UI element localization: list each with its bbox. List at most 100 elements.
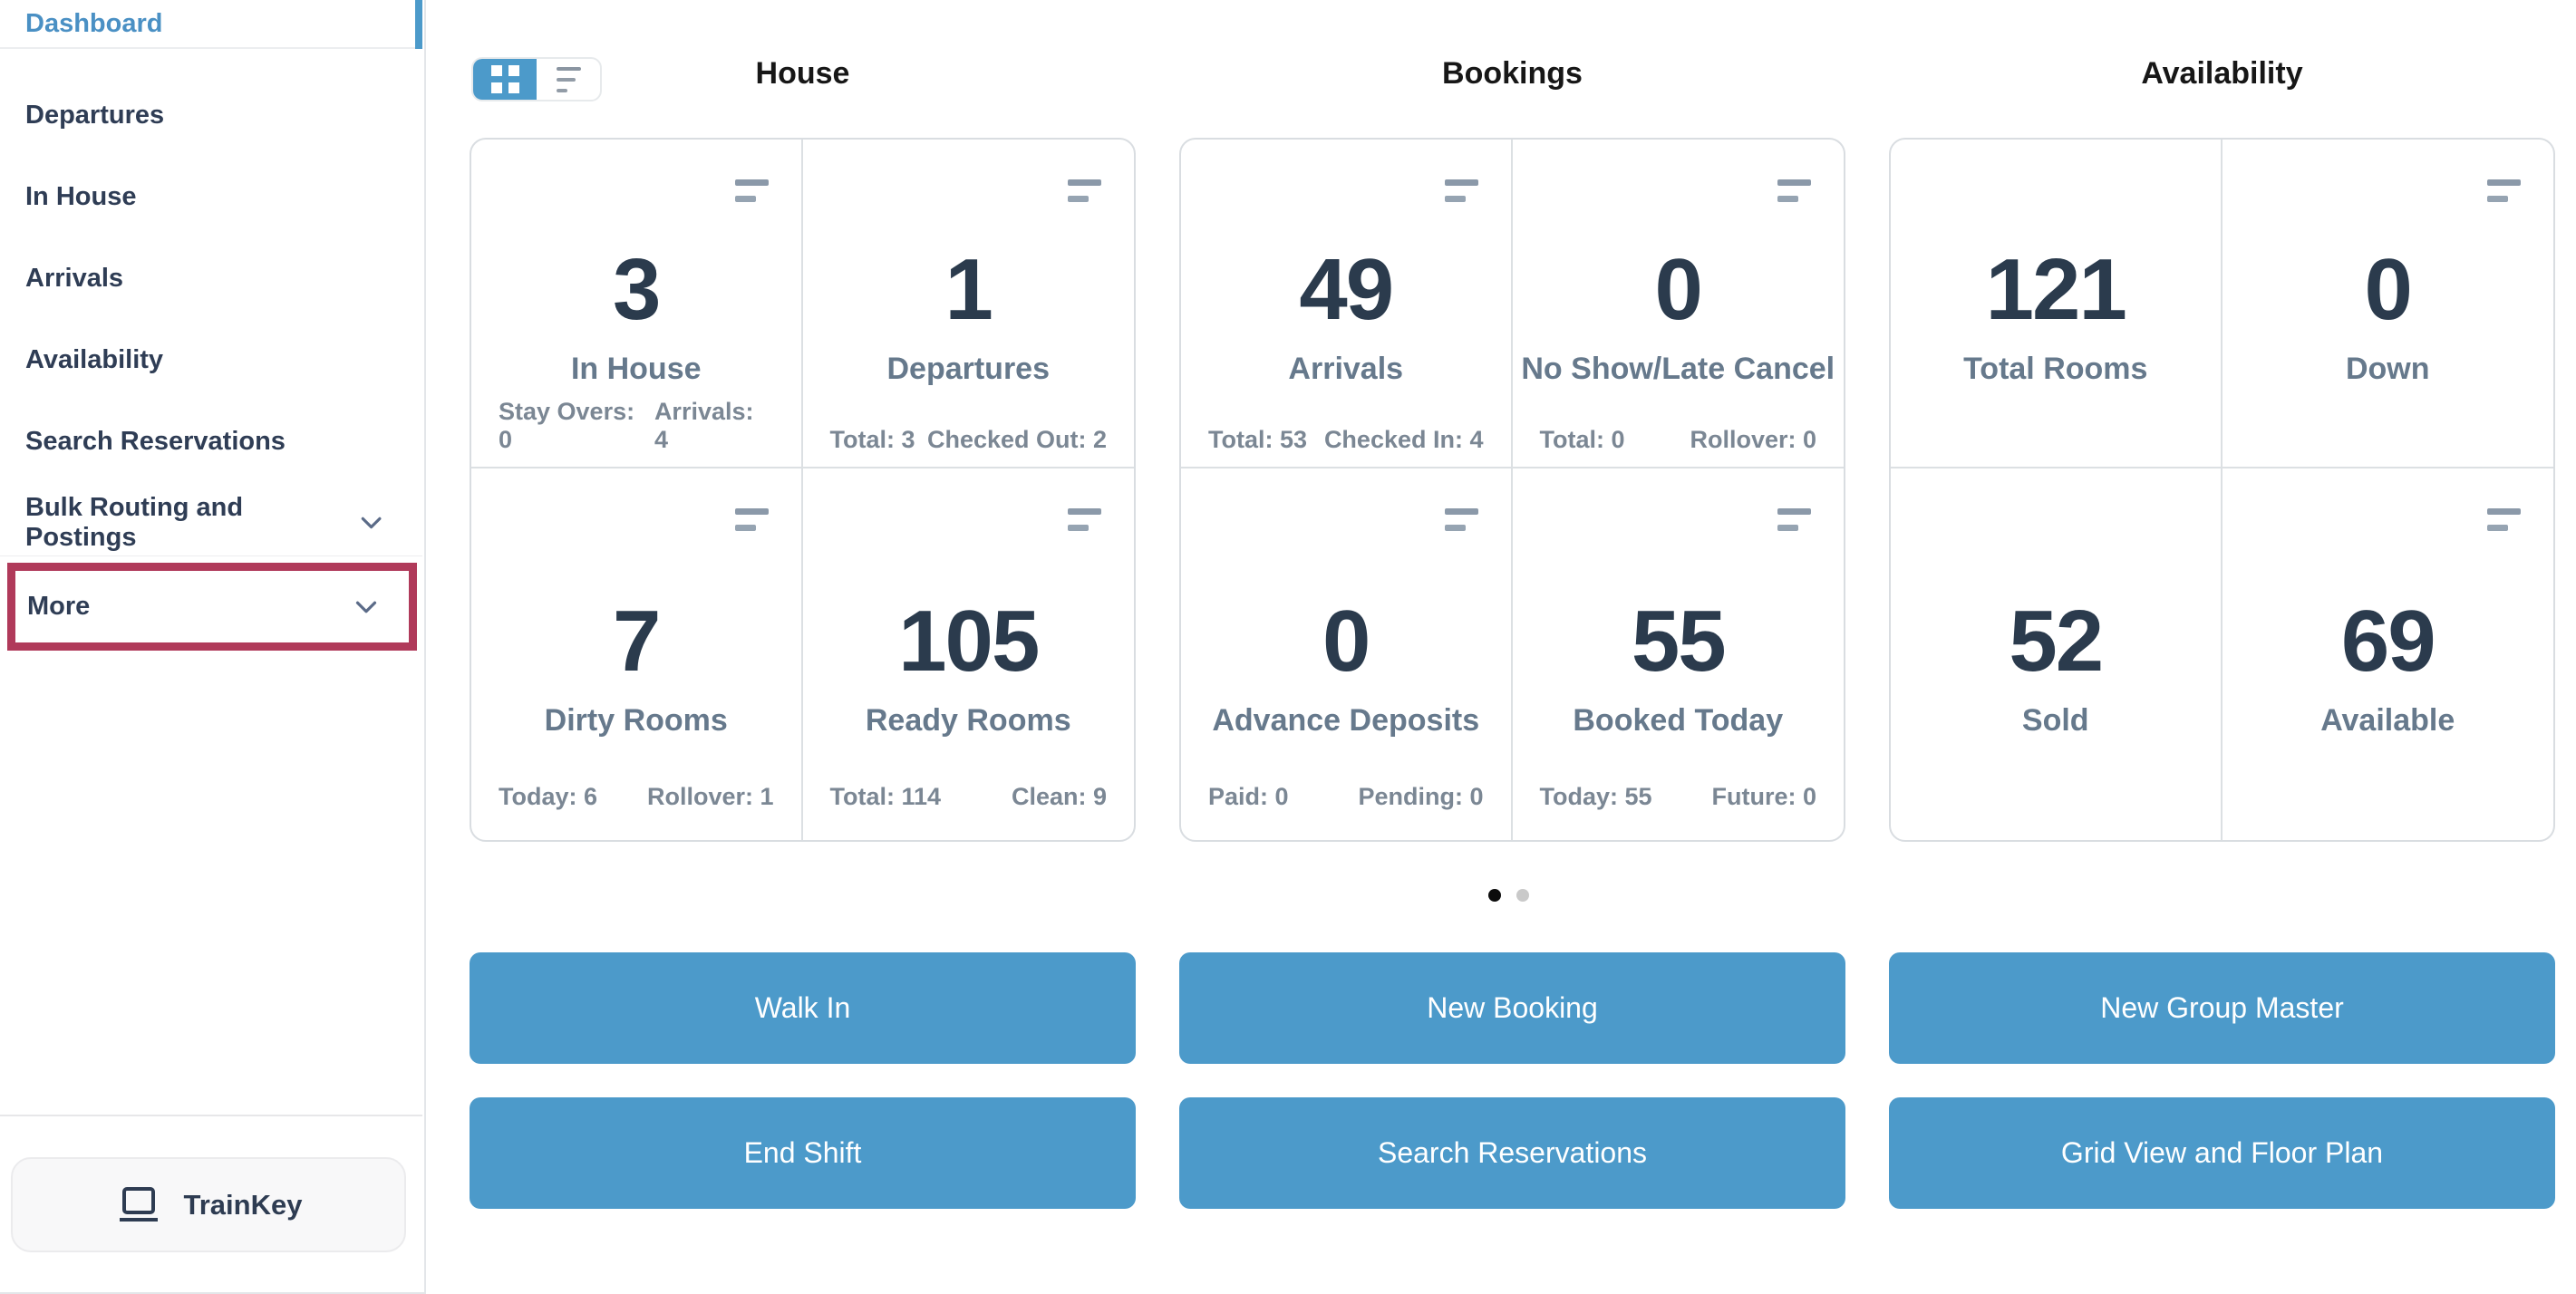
- stat-label: Down: [2346, 352, 2430, 387]
- stat-label: Booked Today: [1573, 703, 1783, 739]
- sidebar-item-label: Availability: [25, 345, 163, 375]
- stat-value: 105: [898, 598, 1038, 685]
- walk-in-button[interactable]: Walk In: [470, 952, 1136, 1064]
- carousel-dot-2[interactable]: [1516, 889, 1529, 902]
- substat-right: Checked In: 4: [1324, 426, 1484, 454]
- stat-card-advance-deposits[interactable]: 0 Advance Deposits Paid: 0 Pending: 0: [1181, 468, 1513, 840]
- chevron-down-icon: [354, 506, 388, 540]
- collapse-icon[interactable]: [735, 179, 769, 202]
- substat-left: Stay Overs: 0: [499, 398, 654, 454]
- section-bookings: Bookings 49 Arrivals Total: 53 Checked I…: [1179, 0, 1845, 1294]
- substat-left: Total: 0: [1540, 426, 1625, 454]
- stat-card-sold[interactable]: 52 Sold: [1891, 468, 2223, 840]
- stat-card-booked-today[interactable]: 55 Booked Today Today: 55 Future: 0: [1513, 468, 1845, 840]
- new-booking-button[interactable]: New Booking: [1179, 952, 1845, 1064]
- stat-card-available[interactable]: 69 Available: [2223, 468, 2554, 840]
- stat-value: 3: [613, 246, 659, 333]
- sidebar-item-bulk-routing-and-postings[interactable]: Bulk Routing and Postings: [0, 482, 422, 564]
- sidebar-item-availability[interactable]: Availability: [0, 319, 422, 401]
- stat-card-dirty-rooms[interactable]: 7 Dirty Rooms Today: 6 Rollover: 1: [471, 468, 803, 840]
- stat-card-arrivals[interactable]: 49 Arrivals Total: 53 Checked In: 4: [1181, 140, 1513, 468]
- sidebar-item-label: More: [27, 592, 90, 622]
- stat-card-total-rooms[interactable]: 121 Total Rooms: [1891, 140, 2223, 468]
- section-title: House: [470, 56, 1136, 92]
- collapse-icon[interactable]: [1068, 179, 1101, 202]
- stat-value: 52: [2009, 598, 2102, 685]
- stat-label: Arrivals: [1288, 352, 1403, 387]
- collapse-icon[interactable]: [1445, 508, 1478, 531]
- sidebar-item-arrivals[interactable]: Arrivals: [0, 237, 422, 319]
- section-title: Availability: [1889, 56, 2555, 92]
- sidebar-item-label: Arrivals: [25, 264, 123, 294]
- more-highlight-box: More: [7, 563, 417, 651]
- substat-left: Today: 6: [499, 783, 597, 811]
- carousel-dot-1[interactable]: [1488, 889, 1501, 902]
- stat-card-departures[interactable]: 1 Departures Total: 3 Checked Out: 2: [803, 140, 1135, 468]
- grid-view-floor-plan-button[interactable]: Grid View and Floor Plan: [1889, 1097, 2555, 1209]
- sidebar-item-label: Search Reservations: [25, 427, 286, 457]
- stat-value: 0: [1322, 598, 1369, 685]
- trainkey-label: TrainKey: [184, 1189, 303, 1222]
- substat-left: Total: 53: [1208, 426, 1307, 454]
- substat-left: Total: 3: [830, 426, 915, 454]
- stat-card-no-show-late-cancel[interactable]: 0 No Show/Late Cancel Total: 0 Rollover:…: [1513, 140, 1845, 468]
- laptop-icon: [115, 1185, 162, 1225]
- sidebar-item-search-reservations[interactable]: Search Reservations: [0, 401, 422, 482]
- stat-label: Available: [2320, 703, 2455, 739]
- substat-left: Paid: 0: [1208, 783, 1289, 811]
- collapse-icon[interactable]: [1068, 508, 1101, 531]
- sidebar-item-more[interactable]: More: [15, 571, 409, 642]
- sidebar-item-label: Bulk Routing and Postings: [25, 493, 354, 553]
- substat-right: Future: 0: [1711, 783, 1816, 811]
- collapse-icon[interactable]: [735, 508, 769, 531]
- sidebar-divider: [0, 555, 422, 556]
- stat-value: 121: [1986, 246, 2126, 333]
- substat-right: Arrivals: 4: [654, 398, 774, 454]
- sidebar-item-dashboard[interactable]: Dashboard: [0, 0, 422, 49]
- substat-left: Total: 114: [830, 783, 942, 811]
- stat-substats: Total: 53 Checked In: 4: [1208, 426, 1484, 454]
- sidebar-item-label: Dashboard: [25, 9, 162, 39]
- substat-right: Checked Out: 2: [927, 426, 1107, 454]
- carousel-dots: [1488, 889, 1529, 902]
- stat-value: 1: [945, 246, 992, 333]
- sidebar: Dashboard Departures In House Arrivals A…: [0, 0, 426, 1294]
- stat-label: Total Rooms: [1963, 352, 2147, 387]
- collapse-icon[interactable]: [1445, 179, 1478, 202]
- search-reservations-button[interactable]: Search Reservations: [1179, 1097, 1845, 1209]
- chevron-down-icon: [349, 590, 383, 624]
- stat-substats: Paid: 0 Pending: 0: [1208, 783, 1484, 811]
- collapse-icon[interactable]: [1777, 179, 1811, 202]
- stat-label: Sold: [2022, 703, 2089, 739]
- substat-right: Rollover: 0: [1690, 426, 1816, 454]
- stat-label: No Show/Late Cancel: [1521, 352, 1835, 387]
- stat-label: Dirty Rooms: [545, 703, 728, 739]
- stat-substats: Today: 55 Future: 0: [1540, 783, 1817, 811]
- sidebar-item-departures[interactable]: Departures: [0, 74, 422, 156]
- collapse-icon[interactable]: [1777, 508, 1811, 531]
- stat-value: 55: [1632, 598, 1725, 685]
- substat-right: Rollover: 1: [647, 783, 774, 811]
- stat-card-down[interactable]: 0 Down: [2223, 140, 2554, 468]
- stat-value: 0: [2365, 246, 2411, 333]
- collapse-icon[interactable]: [2487, 508, 2521, 531]
- stat-value: 69: [2341, 598, 2435, 685]
- collapse-icon[interactable]: [2487, 179, 2521, 202]
- stat-value: 0: [1655, 246, 1701, 333]
- stat-card-in-house[interactable]: 3 In House Stay Overs: 0 Arrivals: 4: [471, 140, 803, 468]
- stat-substats: Total: 3 Checked Out: 2: [830, 426, 1108, 454]
- substat-left: Today: 55: [1540, 783, 1652, 811]
- stat-label: In House: [571, 352, 702, 387]
- stat-card-ready-rooms[interactable]: 105 Ready Rooms Total: 114 Clean: 9: [803, 468, 1135, 840]
- section-availability: Availability 121 Total Rooms 0 Down 52 S…: [1889, 0, 2555, 1294]
- new-group-master-button[interactable]: New Group Master: [1889, 952, 2555, 1064]
- trainkey-button[interactable]: TrainKey: [11, 1157, 406, 1252]
- stat-card-group: 3 In House Stay Overs: 0 Arrivals: 4 1 D…: [470, 138, 1136, 842]
- stat-label: Ready Rooms: [866, 703, 1071, 739]
- stat-substats: Today: 6 Rollover: 1: [499, 783, 774, 811]
- end-shift-button[interactable]: End Shift: [470, 1097, 1136, 1209]
- stat-label: Departures: [886, 352, 1050, 387]
- sidebar-item-label: Departures: [25, 101, 164, 130]
- stat-label: Advance Deposits: [1212, 703, 1479, 739]
- sidebar-item-in-house[interactable]: In House: [0, 156, 422, 237]
